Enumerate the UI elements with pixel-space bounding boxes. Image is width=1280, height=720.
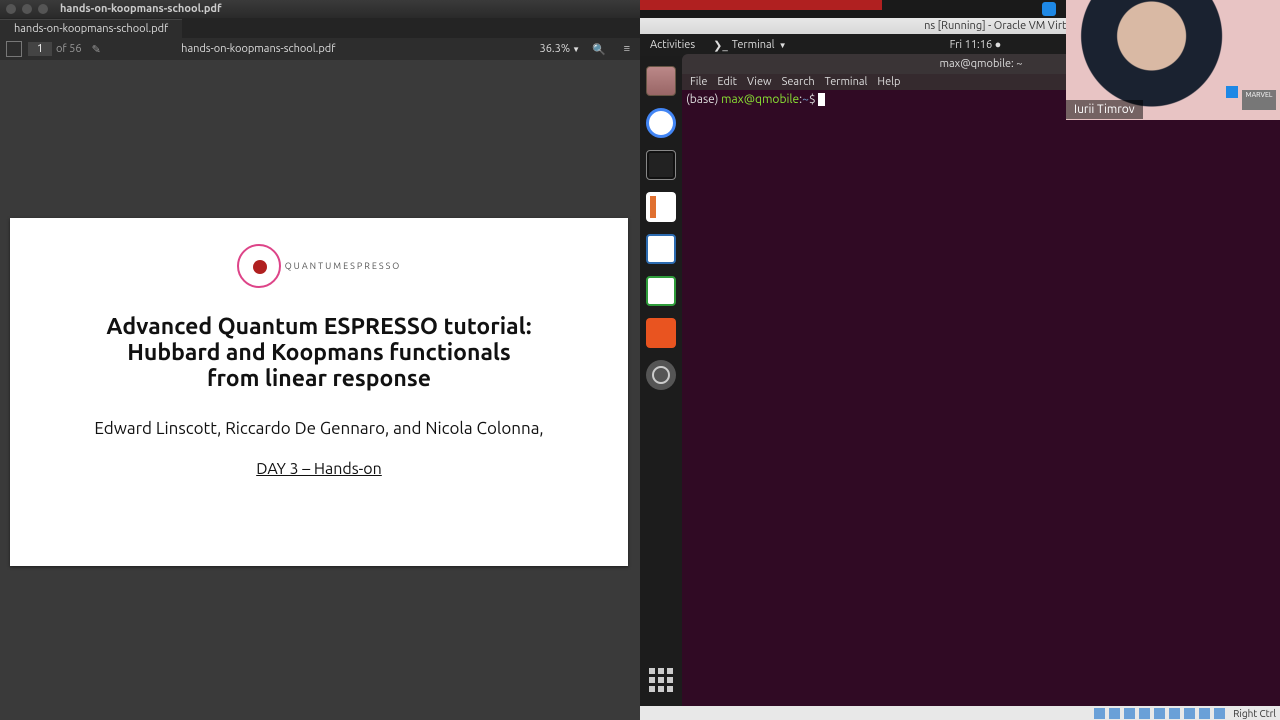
macos-menu-icon[interactable] [1042, 2, 1056, 16]
slide-title-line3: from linear response [40, 366, 598, 392]
page-number-input[interactable] [28, 42, 52, 56]
slide-subtitle: DAY 3 – Hands-on [40, 460, 598, 478]
qe-logo-icon [237, 244, 281, 288]
menu-help[interactable]: Help [877, 76, 900, 88]
show-applications-icon[interactable] [649, 668, 673, 692]
host-key-label: Right Ctrl [1233, 708, 1276, 719]
webcam-badge-icon [1226, 86, 1238, 98]
prompt-env: (base) [686, 93, 721, 106]
vm-optical-icon[interactable] [1109, 708, 1120, 719]
vm-display-icon[interactable] [1184, 708, 1195, 719]
prompt-user: max@qmobile [721, 93, 799, 106]
menu-terminal[interactable]: Terminal [825, 76, 868, 88]
clock[interactable]: Fri 11:16 ● [950, 39, 1002, 51]
mac-window-titlebar: hands-on-koopmans-school.pdf [0, 0, 640, 18]
webcam-overlay: Iurii Timrov MARVEL [1066, 0, 1280, 120]
page-total: of 56 [56, 43, 82, 55]
qe-logo: QUANTUMESPRESSO [40, 244, 598, 288]
vm-usb-icon[interactable] [1154, 708, 1165, 719]
vm-recording-icon[interactable] [1199, 708, 1210, 719]
slide-title: Advanced Quantum ESPRESSO tutorial: Hubb… [40, 314, 598, 391]
search-icon[interactable]: 🔍 [592, 43, 606, 56]
sidebar-toggle-icon[interactable] [6, 41, 22, 57]
vm-network-icon[interactable] [1139, 708, 1150, 719]
fullscreen-icon[interactable] [38, 4, 48, 14]
settings-icon[interactable] [646, 360, 676, 390]
close-icon[interactable] [6, 4, 16, 14]
cursor-icon [818, 93, 825, 106]
qe-logo-text: QUANTUMESPRESSO [285, 261, 402, 271]
speaker-name: Iurii Timrov [1066, 100, 1143, 119]
menu-edit[interactable]: Edit [717, 76, 737, 88]
pdf-page: QUANTUMESPRESSO Advanced Quantum ESPRESS… [10, 218, 628, 566]
pdf-tab[interactable]: hands-on-koopmans-school.pdf [0, 19, 182, 38]
libreoffice-writer-icon[interactable] [646, 234, 676, 264]
terminal-body[interactable]: (base) max@qmobile:~$ [682, 90, 1280, 708]
menu-view[interactable]: View [747, 76, 772, 88]
chevron-down-icon: ▼ [779, 41, 787, 50]
pdf-tabstrip: hands-on-koopmans-school.pdf [0, 18, 640, 38]
app-menu-label: Terminal [732, 39, 775, 51]
window-title: hands-on-koopmans-school.pdf [60, 3, 222, 15]
slide-authors: Edward Linscott, Riccardo De Gennaro, an… [40, 419, 598, 438]
minimize-icon[interactable] [22, 4, 32, 14]
marvel-logo: MARVEL [1242, 90, 1276, 110]
pdf-viewport[interactable]: QUANTUMESPRESSO Advanced Quantum ESPRESS… [0, 60, 640, 720]
ubuntu-software-icon[interactable] [646, 318, 676, 348]
zoom-level[interactable]: 36.3%▼ [540, 43, 581, 55]
files-icon[interactable] [646, 66, 676, 96]
slide-title-line1: Advanced Quantum ESPRESSO tutorial: [40, 314, 598, 340]
vm-shared-folder-icon[interactable] [1169, 708, 1180, 719]
app-menu[interactable]: ❯_ Terminal ▼ [705, 39, 794, 52]
vm-host-key-icon[interactable] [1214, 708, 1225, 719]
notification-dot-icon: ● [995, 39, 1002, 51]
hamburger-icon[interactable]: ≡ [624, 43, 630, 55]
pdf-toolbar: of 56 ✎ hands-on-koopmans-school.pdf 36.… [0, 38, 640, 60]
chevron-down-icon[interactable]: ▼ [572, 45, 580, 54]
terminal-icon: ❯_ [713, 39, 728, 52]
prompt-path: ~ [802, 93, 809, 106]
virtualbox-statusbar: Right Ctrl [640, 706, 1280, 720]
gnome-dock [640, 56, 682, 708]
chromium-icon[interactable] [646, 108, 676, 138]
menu-search[interactable]: Search [782, 76, 815, 88]
activities-button[interactable]: Activities [640, 39, 705, 51]
text-editor-icon[interactable] [646, 192, 676, 222]
slide-title-line2: Hubbard and Koopmans functionals [40, 340, 598, 366]
annotate-icon[interactable]: ✎ [92, 43, 101, 56]
vm-audio-icon[interactable] [1124, 708, 1135, 719]
vm-hdd-icon[interactable] [1094, 708, 1105, 719]
libreoffice-calc-icon[interactable] [646, 276, 676, 306]
prompt-end: $ [809, 93, 816, 106]
zoom-value: 36.3% [540, 43, 571, 55]
pdf-document-title: hands-on-koopmans-school.pdf [181, 43, 335, 55]
clock-text: Fri 11:16 [950, 39, 992, 51]
terminal-icon[interactable] [646, 150, 676, 180]
menu-file[interactable]: File [690, 76, 707, 88]
